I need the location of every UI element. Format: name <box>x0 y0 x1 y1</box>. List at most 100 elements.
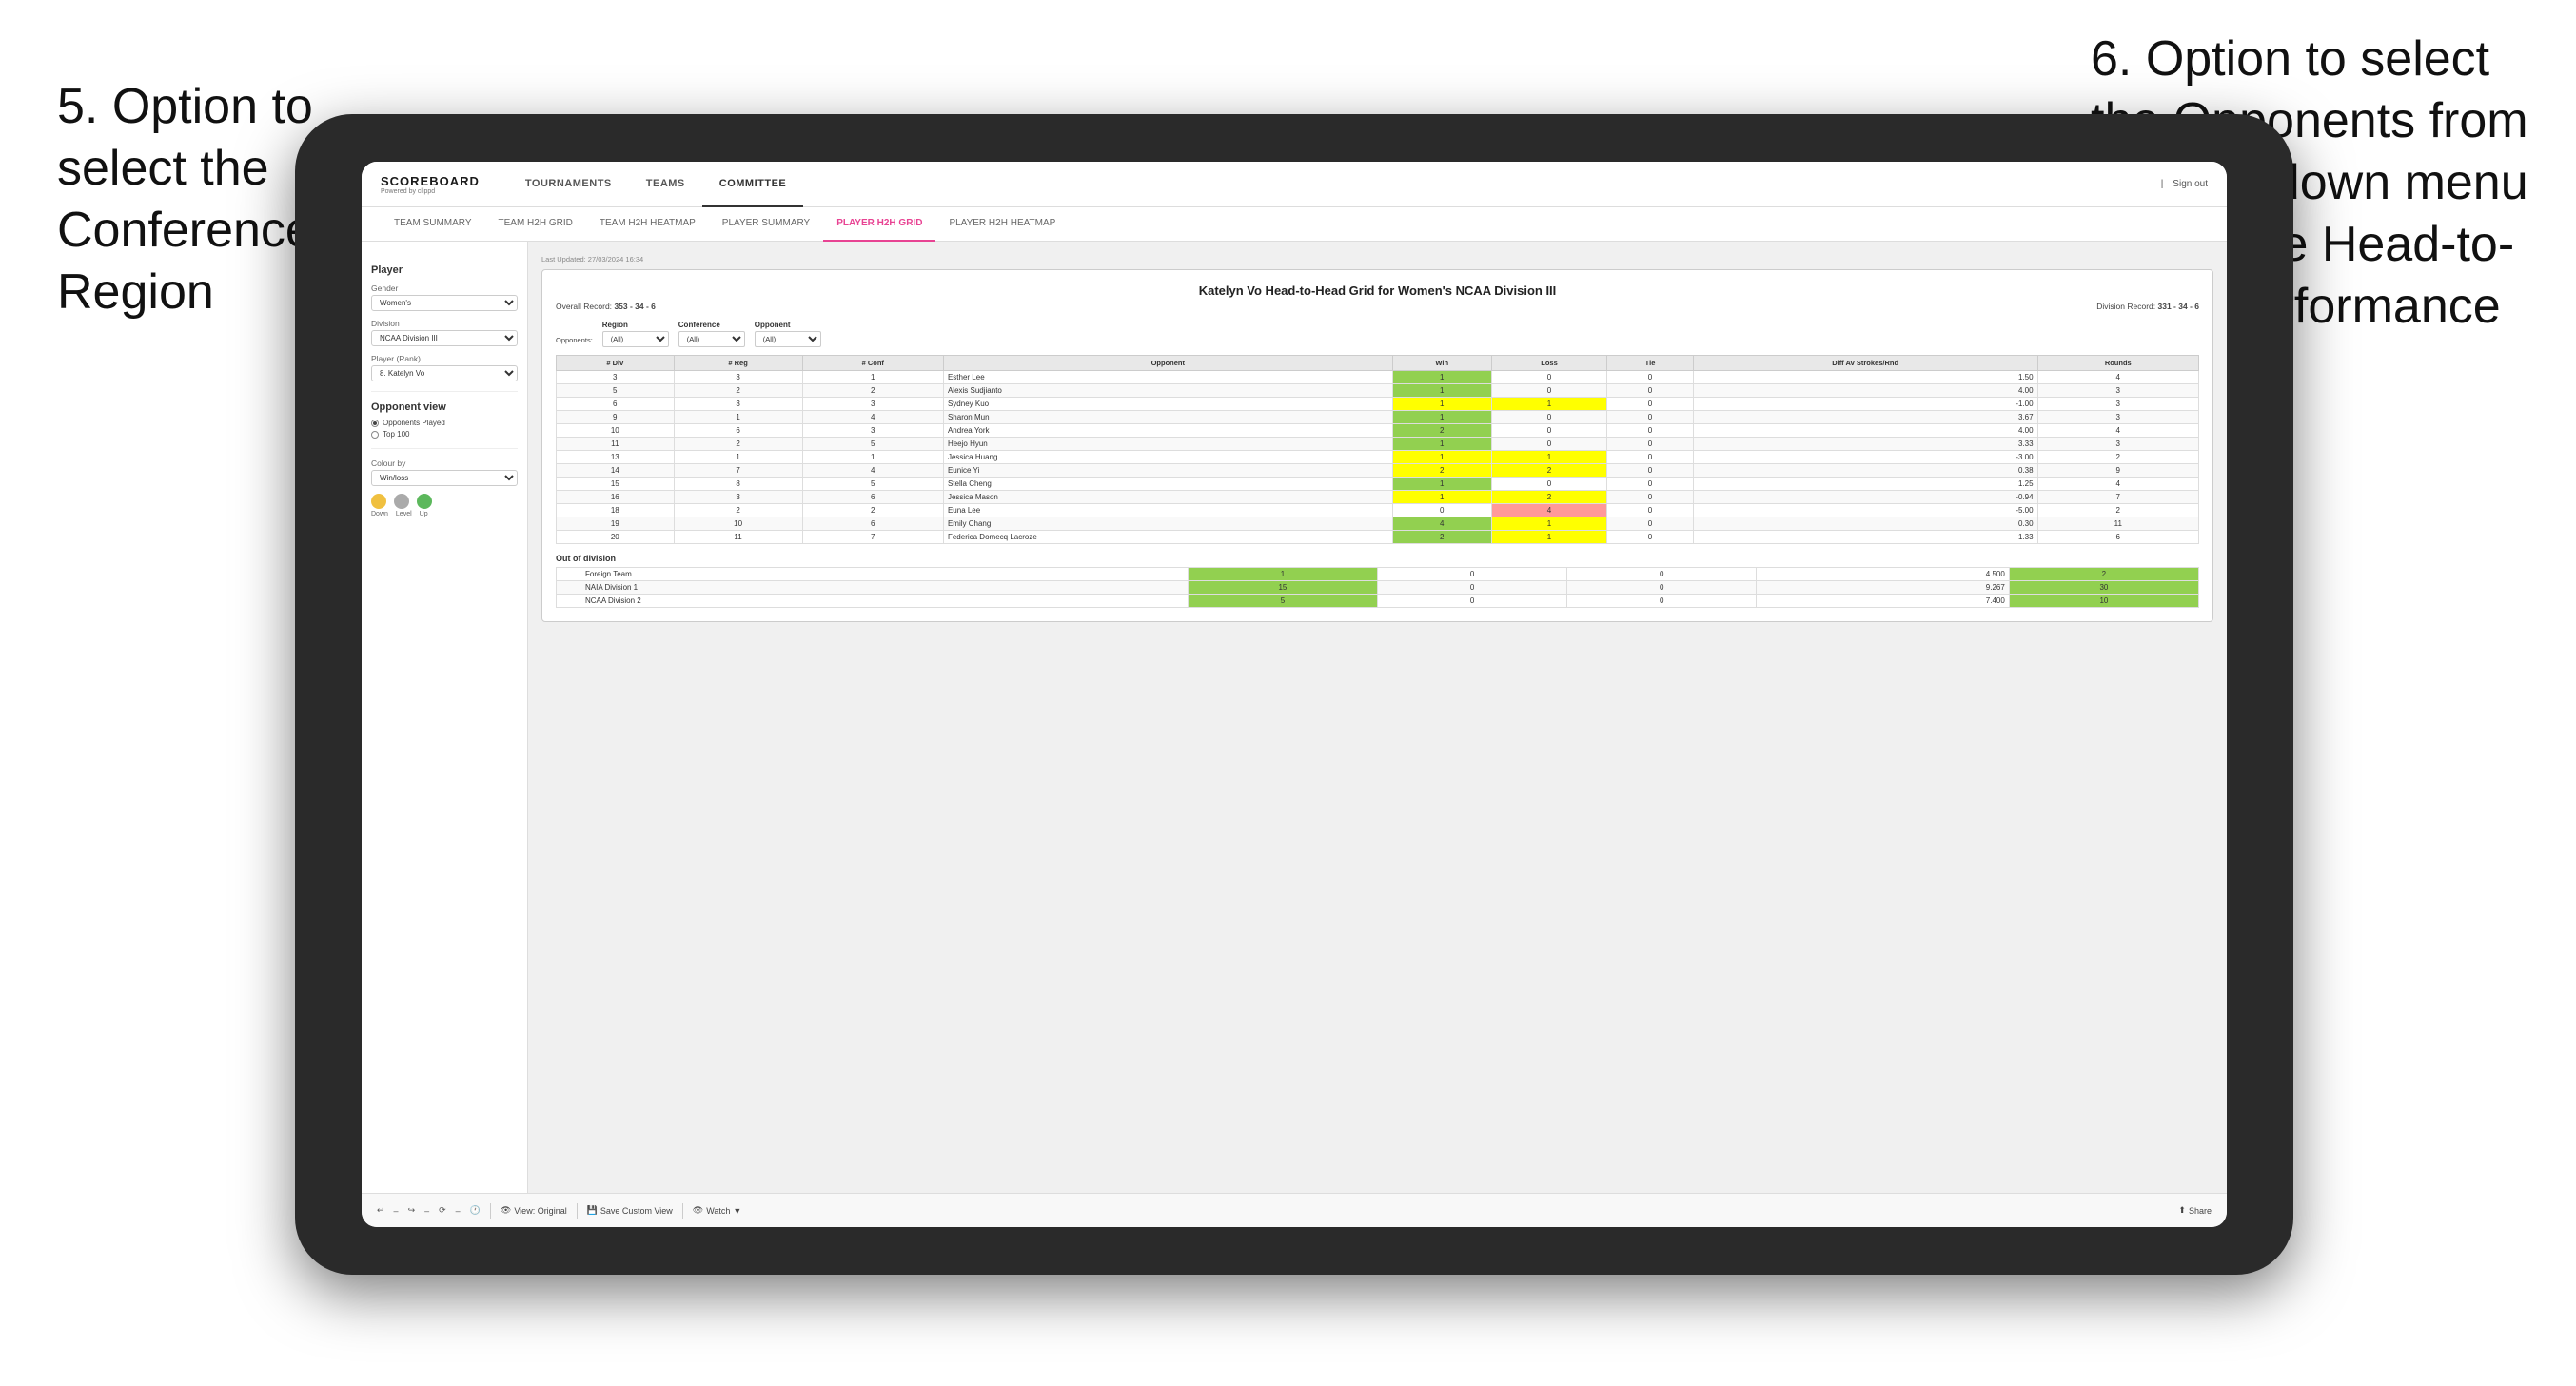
sign-out-link[interactable]: Sign out <box>2173 179 2208 189</box>
watch-chevron: ▼ <box>733 1206 741 1216</box>
ood-opponent: NAIA Division 1 <box>557 581 1189 595</box>
cell-win: 1 <box>1392 371 1491 384</box>
sidebar-gender-label: Gender <box>371 283 518 293</box>
cell-opponent: Sydney Kuo <box>943 398 1392 411</box>
sub-nav-team-h2h-heatmap[interactable]: TEAM H2H HEATMAP <box>586 207 709 242</box>
sidebar-player-rank-select[interactable]: 8. Katelyn Vo <box>371 365 518 381</box>
cell-win: 2 <box>1392 531 1491 544</box>
view-original-btn[interactable]: 👁 View: Original <box>501 1205 567 1216</box>
cell-reg: 10 <box>674 517 802 531</box>
cell-diff: 1.50 <box>1693 371 2037 384</box>
cell-conf: 3 <box>802 398 943 411</box>
cell-tie: 0 <box>1607 411 1693 424</box>
share-btn[interactable]: ⬆ Share <box>2178 1205 2212 1216</box>
radio-opponents-played[interactable]: Opponents Played <box>371 419 518 427</box>
nav-teams[interactable]: TEAMS <box>629 162 702 207</box>
table-row: 3 3 1 Esther Lee 1 0 0 1.50 4 <box>557 371 2199 384</box>
ood-rounds: 10 <box>2009 595 2198 608</box>
cell-diff: -3.00 <box>1693 451 2037 464</box>
clock-icon[interactable]: 🕐 <box>470 1205 481 1216</box>
sub-nav-player-h2h-grid[interactable]: PLAYER H2H GRID <box>823 207 935 242</box>
cell-win: 2 <box>1392 424 1491 438</box>
cell-div: 18 <box>557 504 675 517</box>
cell-tie: 0 <box>1607 384 1693 398</box>
undo-icon[interactable]: ↩ <box>377 1205 384 1216</box>
cell-conf: 1 <box>802 371 943 384</box>
filter-row: Opponents: Region (All) Conference (All) <box>556 321 2199 347</box>
cell-loss: 2 <box>1491 464 1607 478</box>
cell-div: 6 <box>557 398 675 411</box>
cell-opponent: Eunice Yi <box>943 464 1392 478</box>
cell-loss: 1 <box>1491 398 1607 411</box>
conference-group-title: Conference <box>678 321 745 329</box>
sub-nav-team-h2h-grid[interactable]: TEAM H2H GRID <box>485 207 586 242</box>
cell-diff: 1.33 <box>1693 531 2037 544</box>
col-reg: # Reg <box>674 356 802 371</box>
ood-win: 1 <box>1188 568 1377 581</box>
sub-nav-player-h2h-heatmap[interactable]: PLAYER H2H HEATMAP <box>935 207 1069 242</box>
cell-rounds: 3 <box>2037 384 2198 398</box>
cell-reg: 3 <box>674 398 802 411</box>
cell-reg: 8 <box>674 478 802 491</box>
opponent-filter-select[interactable]: (All) <box>755 331 821 347</box>
report-records: Overall Record: 353 - 34 - 6 Division Re… <box>556 302 2199 311</box>
cell-conf: 2 <box>802 384 943 398</box>
region-filter-group: Region (All) <box>602 321 669 347</box>
nav-logo: SCOREBOARD Powered by clippd <box>381 174 480 195</box>
share-label: Share <box>2189 1206 2212 1216</box>
dot-label-up: Up <box>420 511 428 517</box>
col-loss: Loss <box>1491 356 1607 371</box>
table-row: 10 6 3 Andrea York 2 0 0 4.00 4 <box>557 424 2199 438</box>
share-icon: ⬆ <box>2178 1205 2186 1216</box>
cell-win: 4 <box>1392 517 1491 531</box>
cell-diff: 3.67 <box>1693 411 2037 424</box>
col-div: # Div <box>557 356 675 371</box>
radio-top-100[interactable]: Top 100 <box>371 430 518 439</box>
save-custom-view-btn[interactable]: 💾 Save Custom View <box>587 1205 673 1216</box>
logo-text: SCOREBOARD <box>381 174 480 188</box>
cell-opponent: Federica Domecq Lacroze <box>943 531 1392 544</box>
tablet-shell: SCOREBOARD Powered by clippd TOURNAMENTS… <box>295 114 2293 1275</box>
color-legend <box>371 494 518 509</box>
cell-rounds: 2 <box>2037 451 2198 464</box>
history-icon[interactable]: ⟳ <box>439 1205 446 1216</box>
table-row: 6 3 3 Sydney Kuo 1 1 0 -1.00 3 <box>557 398 2199 411</box>
division-record: Division Record: 331 - 34 - 6 <box>2096 302 2199 311</box>
main-content: Player Gender Women's Division NCAA Divi… <box>362 242 2227 1193</box>
cell-diff: 4.00 <box>1693 424 2037 438</box>
cell-opponent: Esther Lee <box>943 371 1392 384</box>
watch-btn[interactable]: 👁 Watch ▼ <box>693 1205 742 1216</box>
sub-nav-player-summary[interactable]: PLAYER SUMMARY <box>709 207 823 242</box>
radio-dot-1 <box>371 420 379 427</box>
cell-loss: 0 <box>1491 424 1607 438</box>
sub-nav-team-summary[interactable]: TEAM SUMMARY <box>381 207 485 242</box>
table-row: 18 2 2 Euna Lee 0 4 0 -5.00 2 <box>557 504 2199 517</box>
sidebar-division-label: Division <box>371 319 518 328</box>
cell-div: 13 <box>557 451 675 464</box>
nav-committee[interactable]: COMMITTEE <box>702 162 804 207</box>
sub-nav: TEAM SUMMARY TEAM H2H GRID TEAM H2H HEAT… <box>362 207 2227 242</box>
sidebar-gender-select[interactable]: Women's <box>371 295 518 311</box>
cell-tie: 0 <box>1607 438 1693 451</box>
cell-tie: 0 <box>1607 464 1693 478</box>
radio-label-1: Opponents Played <box>383 419 445 427</box>
sidebar-colour-select[interactable]: Win/loss <box>371 470 518 486</box>
cell-rounds: 7 <box>2037 491 2198 504</box>
sidebar-division-select[interactable]: NCAA Division III <box>371 330 518 346</box>
cell-conf: 1 <box>802 451 943 464</box>
cell-reg: 2 <box>674 384 802 398</box>
cell-win: 1 <box>1392 384 1491 398</box>
tablet-screen: SCOREBOARD Powered by clippd TOURNAMENTS… <box>362 162 2227 1227</box>
cell-loss: 1 <box>1491 451 1607 464</box>
ood-table-row: NCAA Division 2 5 0 0 7.400 10 <box>557 595 2199 608</box>
cell-conf: 7 <box>802 531 943 544</box>
conference-filter-select[interactable]: (All) <box>678 331 745 347</box>
cell-rounds: 3 <box>2037 438 2198 451</box>
cell-opponent: Andrea York <box>943 424 1392 438</box>
col-win: Win <box>1392 356 1491 371</box>
redo-icon[interactable]: ↪ <box>408 1205 416 1216</box>
region-filter-select[interactable]: (All) <box>602 331 669 347</box>
table-row: 16 3 6 Jessica Mason 1 2 0 -0.94 7 <box>557 491 2199 504</box>
nav-tournaments[interactable]: TOURNAMENTS <box>508 162 629 207</box>
eye-icon: 👁 <box>501 1205 511 1216</box>
